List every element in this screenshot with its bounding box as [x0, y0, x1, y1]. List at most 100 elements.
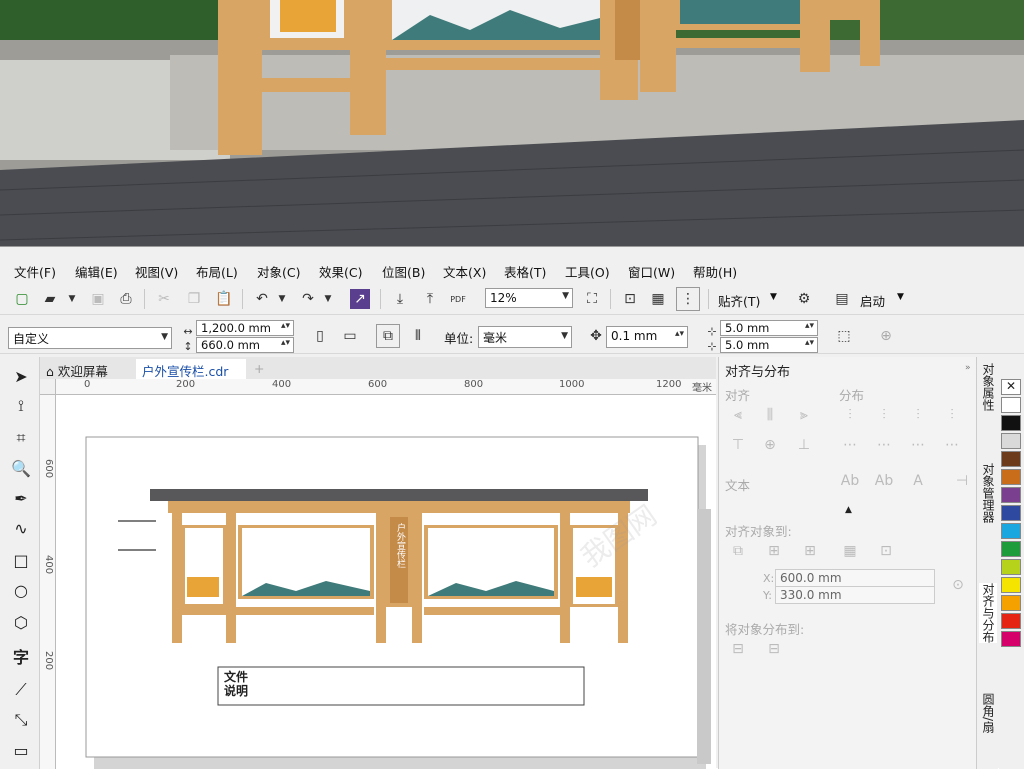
palette-swatch[interactable]	[1001, 577, 1021, 593]
full-screen-icon[interactable]: ⛶	[580, 287, 604, 311]
outline-icon[interactable]: ⊣	[951, 473, 973, 493]
shape-tool-icon[interactable]: ⟟	[8, 393, 34, 419]
height-spinner-icon[interactable]: ▴▾	[281, 338, 290, 348]
align-center-v-icon[interactable]: ⊕	[759, 437, 781, 457]
portrait-icon[interactable]: ▯	[308, 324, 332, 348]
new-document-icon[interactable]: ▢	[10, 287, 34, 311]
palette-swatch[interactable]	[1001, 487, 1021, 503]
parallel-dimension-icon[interactable]: ⟋	[8, 677, 34, 703]
distribute-top-icon[interactable]: ⋯	[839, 437, 861, 457]
print-icon[interactable]: ⎙	[114, 287, 138, 311]
show-guidelines-icon[interactable]: ⋮	[676, 287, 700, 311]
palette-swatch[interactable]	[1001, 433, 1021, 449]
page-frame-icon[interactable]: ⬚	[832, 324, 856, 348]
distribute-right-icon[interactable]: ⫶	[907, 407, 929, 427]
vertical-scrollbar-thumb[interactable]	[697, 509, 711, 764]
cut-icon[interactable]: ✂	[152, 287, 176, 311]
text-tool-icon[interactable]: 字	[8, 643, 34, 669]
align-left-icon[interactable]: ⫷	[727, 407, 749, 427]
align-to-point-icon[interactable]: ⊡	[875, 543, 897, 563]
snap-dropdown-icon[interactable]: ▼	[770, 292, 777, 302]
side-tab-fillet-scallop[interactable]: 圆角/扇	[979, 693, 997, 733]
all-pages-icon[interactable]: ⧉	[376, 324, 400, 348]
distribute-left-icon[interactable]: ⫶	[839, 407, 861, 427]
menu-object[interactable]: 对象(C)	[257, 262, 300, 281]
polygon-tool-icon[interactable]: ⬡	[8, 609, 34, 635]
menu-view[interactable]: 视图(V)	[135, 262, 178, 281]
duplicate-distance-x-field[interactable]: 5.0 mm ▴▾	[720, 320, 818, 336]
palette-swatch[interactable]	[1001, 541, 1021, 557]
menu-help[interactable]: 帮助(H)	[693, 262, 737, 281]
align-top-icon[interactable]: ⊤	[727, 437, 749, 457]
redo-dropdown-icon[interactable]: ▼	[316, 287, 340, 311]
palette-swatch[interactable]	[1001, 469, 1021, 485]
connector-tool-icon[interactable]: ⤡	[8, 707, 34, 733]
zoom-tool-icon[interactable]: 🔍	[8, 455, 34, 481]
zoom-dropdown-icon[interactable]: ▼	[562, 291, 569, 301]
align-point-y-field[interactable]: 330.0 mm	[775, 586, 935, 604]
menu-edit[interactable]: 编辑(E)	[75, 262, 118, 281]
crop-tool-icon[interactable]: ⌗	[8, 425, 34, 451]
menu-bitmaps[interactable]: 位图(B)	[382, 262, 425, 281]
align-center-h-icon[interactable]: ⫼	[759, 407, 781, 427]
import-icon[interactable]: ↗	[350, 289, 370, 309]
align-to-page-edge-icon[interactable]: ⊞	[763, 543, 785, 563]
no-color-swatch[interactable]: ✕	[1001, 379, 1021, 395]
add-preset-icon[interactable]: ⊕	[874, 324, 898, 348]
save-icon[interactable]: ▣	[86, 287, 110, 311]
section-collapse-icon[interactable]: ▲	[845, 505, 852, 515]
import-down-icon[interactable]: ⤓	[388, 287, 412, 311]
menu-layout[interactable]: 布局(L)	[196, 262, 238, 281]
text-first-line-icon[interactable]: Ab	[839, 473, 861, 493]
align-right-icon[interactable]: ⫸	[793, 407, 815, 427]
nudge-spinner-icon[interactable]: ▴▾	[675, 329, 684, 339]
palette-swatch[interactable]	[1001, 451, 1021, 467]
duplicate-distance-y-field[interactable]: 5.0 mm ▴▾	[720, 337, 818, 353]
copy-icon[interactable]: ❐	[182, 287, 206, 311]
show-grid-icon[interactable]: ▦	[646, 287, 670, 311]
distribute-spacing-h-icon[interactable]: ⫶	[941, 407, 963, 427]
side-tab-object-manager[interactable]: 对象管理器	[979, 463, 997, 523]
unit-dropdown-icon[interactable]: ▼	[561, 331, 568, 341]
tab-document[interactable]: 户外宣传栏.cdr	[136, 359, 246, 379]
docker-collapse-icon[interactable]: »	[965, 363, 971, 373]
distribute-spacing-v-icon[interactable]: ⋯	[941, 437, 963, 457]
distribute-to-page-icon[interactable]: ⊟	[763, 641, 785, 661]
add-tab-button[interactable]: +	[248, 359, 268, 379]
palette-swatch[interactable]	[1001, 559, 1021, 575]
dup-x-spinner-icon[interactable]: ▴▾	[805, 321, 814, 331]
side-tab-object-properties[interactable]: 对象属性	[979, 363, 997, 411]
open-dropdown-icon[interactable]: ▼	[60, 287, 84, 311]
rectangle-tool-icon[interactable]: □	[8, 547, 34, 573]
artistic-media-icon[interactable]: ∿	[8, 515, 34, 541]
publish-pdf-icon[interactable]: PDF	[446, 287, 470, 311]
align-to-page-center-icon[interactable]: ⊞	[799, 543, 821, 563]
ellipse-tool-icon[interactable]: ○	[8, 577, 34, 603]
shadow-tool-icon[interactable]: ▭	[8, 737, 34, 763]
undo-dropdown-icon[interactable]: ▼	[270, 287, 294, 311]
align-to-active-icon[interactable]: ⧉	[727, 543, 749, 563]
ruler-origin[interactable]	[40, 379, 56, 395]
text-bounding-box-icon[interactable]: A	[907, 473, 929, 493]
landscape-icon[interactable]: ▭	[338, 324, 362, 348]
snap-to-menu[interactable]: 贴齐(T)	[718, 291, 760, 310]
menu-file[interactable]: 文件(F)	[14, 262, 56, 281]
dup-y-spinner-icon[interactable]: ▴▾	[805, 338, 814, 348]
text-last-line-icon[interactable]: Ab	[873, 473, 895, 493]
palette-swatch[interactable]	[1001, 415, 1021, 431]
align-point-x-field[interactable]: 600.0 mm	[775, 569, 935, 587]
paste-icon[interactable]: 📋	[212, 287, 236, 311]
launch-label[interactable]: 启动	[860, 291, 885, 310]
application-launcher-icon[interactable]: ▤	[830, 287, 854, 311]
show-rulers-icon[interactable]: ⊡	[618, 287, 642, 311]
menu-table[interactable]: 表格(T)	[504, 262, 546, 281]
launch-dropdown-icon[interactable]: ▼	[897, 292, 904, 302]
export-up-icon[interactable]: ⤒	[418, 287, 442, 311]
palette-swatch[interactable]	[1001, 523, 1021, 539]
current-page-icon[interactable]: ⫴	[406, 324, 430, 348]
unit-select[interactable]: 毫米 ▼	[478, 326, 572, 348]
page-width-field[interactable]: 1,200.0 mm ▴▾	[196, 320, 294, 336]
width-spinner-icon[interactable]: ▴▾	[281, 321, 290, 331]
page-height-field[interactable]: 660.0 mm ▴▾	[196, 337, 294, 353]
menu-text[interactable]: 文本(X)	[443, 262, 486, 281]
